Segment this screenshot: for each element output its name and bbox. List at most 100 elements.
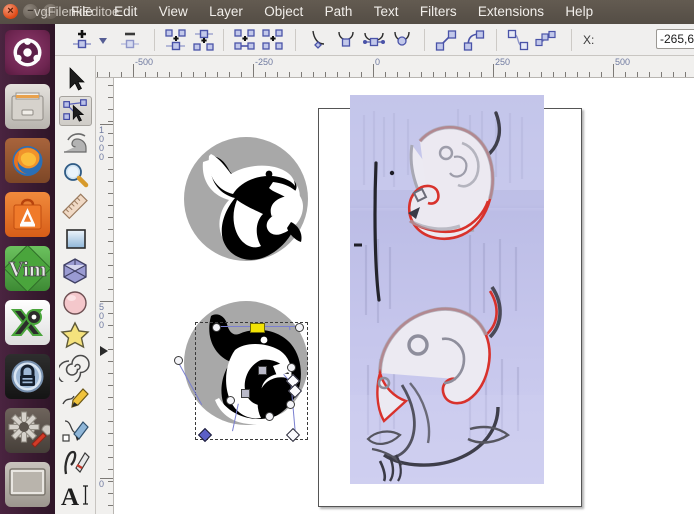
node-handle-circle[interactable] — [212, 323, 221, 332]
menu-item-file[interactable]: File — [62, 2, 102, 22]
node-symmetric-button[interactable] — [361, 27, 387, 53]
tool-rectangle[interactable] — [59, 224, 92, 254]
ruler-tick — [445, 72, 446, 77]
rectangle-icon — [66, 229, 86, 249]
launcher-item-workspace-switcher[interactable] — [5, 462, 50, 507]
node-handle-square[interactable] — [241, 389, 250, 398]
menu-item-filters[interactable]: Filters — [411, 2, 466, 22]
insert-node-button[interactable] — [69, 27, 95, 53]
launcher-item-system-settings[interactable] — [5, 408, 50, 453]
tool-bezier[interactable] — [59, 416, 92, 446]
node-handle-circle[interactable] — [287, 363, 296, 372]
ruler-tick — [108, 85, 113, 86]
horizontal-ruler[interactable]: -500-25002505007501000 — [96, 56, 694, 78]
logo-bull-head-normal[interactable] — [177, 130, 315, 268]
ruler-tick — [145, 72, 146, 77]
ruler-tick — [337, 72, 338, 77]
node-smooth-button[interactable] — [333, 27, 359, 53]
tool-measure[interactable] — [59, 192, 92, 222]
ruler-tick — [277, 72, 278, 77]
object-to-path-button[interactable] — [505, 27, 531, 53]
node-handle-circle[interactable] — [286, 400, 295, 409]
launcher-item-xbmc[interactable] — [5, 300, 50, 345]
segment-line-button[interactable] — [433, 27, 459, 53]
menu-item-view[interactable]: View — [150, 2, 197, 22]
delete-segment-button[interactable] — [260, 27, 286, 53]
ruler-tick — [157, 72, 158, 77]
node-editor-icon — [63, 99, 87, 122]
menu-item-text[interactable]: Text — [365, 2, 408, 22]
vim-icon: Vim — [5, 246, 50, 291]
tool-pencil[interactable] — [59, 384, 92, 414]
node-handle-circle[interactable] — [226, 396, 235, 405]
tool-ellipse[interactable] — [59, 288, 92, 318]
ruler-tick — [108, 445, 113, 446]
x-coordinate-input[interactable]: -265,60 — [656, 29, 694, 49]
launcher-item-firefox[interactable] — [5, 138, 50, 183]
toolbar-separator — [424, 29, 425, 51]
ruler-tick — [108, 121, 113, 122]
ruler-tick — [108, 421, 113, 422]
ruler-major-tick — [493, 64, 494, 77]
tool-zoom[interactable] — [59, 160, 92, 190]
tool-selector[interactable] — [59, 64, 92, 94]
menu-item-edit[interactable]: Edit — [105, 2, 146, 22]
delete-node-button[interactable] — [117, 27, 143, 53]
node-handle-square[interactable] — [258, 366, 267, 375]
launcher-item-files[interactable] — [5, 84, 50, 129]
arrow-cursor-icon — [69, 67, 85, 91]
insert-node-options-button[interactable] — [95, 27, 111, 53]
ruler-label: 0 — [98, 479, 104, 489]
tool-tweak[interactable] — [59, 128, 92, 158]
segment-curve-button[interactable] — [461, 27, 487, 53]
menu-item-object[interactable]: Object — [255, 2, 312, 22]
node-auto-button[interactable] — [389, 27, 415, 53]
ruler-tick — [181, 72, 182, 77]
tool-node-editor[interactable] — [59, 96, 92, 126]
calligraphy-pen-icon — [64, 450, 90, 475]
stroke-to-path-button[interactable] — [533, 27, 559, 53]
join-segment-button[interactable] — [232, 27, 258, 53]
ruler-tick — [108, 277, 113, 278]
join-nodes-button[interactable] — [163, 27, 189, 53]
chevron-down-icon — [99, 38, 107, 44]
node-tool-controls-bar[interactable]: X: -265,60 Y: — [55, 24, 694, 56]
launcher-item-vim[interactable]: Vim — [5, 246, 50, 291]
ruler-tick — [108, 253, 113, 254]
menu-item-path[interactable]: Path — [316, 2, 362, 22]
window-close-button[interactable]: × — [3, 4, 18, 19]
tool-star[interactable] — [59, 320, 92, 350]
launcher-item-software-center[interactable] — [5, 192, 50, 237]
ellipse-icon — [63, 291, 87, 315]
tool-3dbox[interactable] — [59, 256, 92, 286]
menu-item-help[interactable]: Help — [556, 2, 602, 22]
inkscape-toolbox[interactable]: A — [55, 56, 96, 514]
ruler-tick — [685, 72, 686, 77]
ruler-tick — [108, 457, 113, 458]
ruler-tick — [108, 397, 113, 398]
vertical-ruler[interactable]: 10005000 — [96, 78, 114, 514]
menubar[interactable]: File Edit View Layer Object Path Text Fi… — [62, 2, 602, 22]
break-nodes-button[interactable] — [191, 27, 217, 53]
toolbar-separator — [571, 29, 572, 51]
launcher-item-password-safe[interactable] — [5, 354, 50, 399]
node-handle-circle[interactable] — [295, 323, 304, 332]
menu-item-extensions[interactable]: Extensions — [469, 2, 553, 22]
node-handle-circle[interactable] — [174, 356, 183, 365]
ruler-tick — [409, 72, 410, 77]
node-handle-circle[interactable] — [265, 412, 274, 421]
tool-spiral[interactable] — [56, 352, 92, 385]
node-marker-yellow[interactable] — [250, 323, 265, 333]
node-cusp-button[interactable] — [305, 27, 331, 53]
tool-calligraphy[interactable] — [59, 448, 92, 478]
menu-item-layer[interactable]: Layer — [200, 2, 252, 22]
ruler-major-tick — [253, 64, 254, 77]
unity-launcher[interactable]: Vim — [0, 24, 55, 514]
reference-sketch-image[interactable] — [350, 95, 544, 484]
tool-text[interactable]: A — [59, 480, 92, 511]
ruler-tick — [541, 72, 542, 77]
ruler-tick — [108, 229, 113, 230]
drawing-canvas[interactable] — [114, 78, 694, 514]
launcher-item-ubuntu-dash[interactable] — [5, 30, 50, 75]
x-coordinate-label: X: — [583, 33, 595, 47]
